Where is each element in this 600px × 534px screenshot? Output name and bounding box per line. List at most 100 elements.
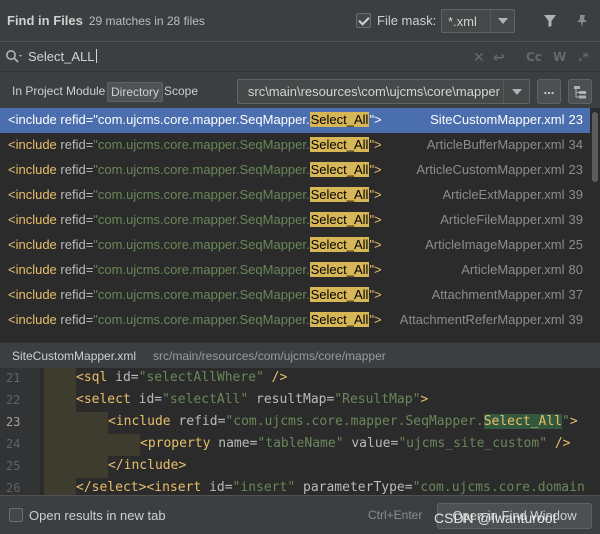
result-line-number: 37 [568,287,583,302]
result-file-name: ArticleMapper.xml [461,262,565,277]
result-row[interactable]: <include refid="com.ujcms.core.mapper.Se… [0,183,590,208]
results-list: <include refid="com.ujcms.core.mapper.Se… [0,108,600,342]
result-line-number: 39 [568,212,583,227]
code-preview-editor[interactable]: 21 <sql id="selectAllWhere" /> 22 <select i… [0,368,600,495]
code-line: 22 <select id="selectAll" resultMap="Resu… [0,390,600,412]
result-value: "com.ujcms.core.mapper.SeqMapper. [93,212,310,227]
code-token: "com.ujcms.core.mapper.SeqMapper. [225,414,484,429]
results-scrollbar[interactable] [590,108,600,342]
result-code: <include refid="com.ujcms.core.mapper.Se… [8,112,382,127]
result-match: Select_All [309,262,370,277]
result-match: Select_All [309,112,370,127]
result-tag: <include [8,262,61,277]
file-mask-label[interactable]: File mask: [377,13,436,28]
result-file: ArticleBufferMapper.xml 34 [427,137,583,152]
code-token: <include [108,414,179,429]
code-token: "insert" [232,480,296,495]
code-token: "ResultMap" [334,392,421,407]
line-number: 23 [6,415,21,429]
result-value: "com.ujcms.core.mapper.SeqMapper. [93,237,310,252]
result-line-number: 39 [568,312,583,327]
result-value: "com.ujcms.core.mapper.SeqMapper. [93,312,310,327]
regex-icon[interactable]: .* [578,50,589,64]
result-tag: <include [8,237,61,252]
clear-icon[interactable]: ✕ [473,50,485,66]
words-icon[interactable]: W [553,50,566,64]
result-match: Select_All [309,187,370,202]
result-row[interactable]: <include refid="com.ujcms.core.mapper.Se… [0,283,590,308]
result-value: "com.ujcms.core.mapper.SeqMapper. [93,137,310,152]
result-match: Select_All [309,212,370,227]
match-count: 29 matches in 28 files [88,13,205,28]
pin-icon[interactable] [572,11,592,31]
code-token: value= [343,436,399,451]
result-file: ArticleFileMapper.xml 39 [440,212,583,227]
chevron-down-icon[interactable] [503,80,529,103]
tab-directory[interactable]: Directory [107,82,164,102]
result-file: SiteCustomMapper.xml 23 [430,112,583,127]
tab-scope[interactable]: Scope [161,82,201,102]
result-tag: <include [8,187,61,202]
tab-module[interactable]: Module [63,82,108,102]
filter-icon[interactable] [540,11,560,31]
code-line: 23 <include refid="com.ujcms.core.mapper.… [0,412,600,434]
match-case-icon[interactable]: Cc [526,50,542,64]
result-attr: refid [60,187,86,202]
result-line-number: 25 [568,237,583,252]
result-suffix: "> [369,212,382,227]
result-suffix: "> [369,287,382,302]
file-mask-value: *.xml [448,13,477,29]
file-mask-checkbox[interactable] [356,13,371,28]
code-text: <select id="selectAll" resultMap="Result… [76,392,428,407]
scrollbar-thumb[interactable] [592,112,598,182]
result-file-name: SiteCustomMapper.xml [430,112,565,127]
result-code: <include refid="com.ujcms.core.mapper.Se… [8,212,382,227]
result-tag: <include [8,112,61,127]
result-code: <include refid="com.ujcms.core.mapper.Se… [8,137,382,152]
result-suffix: "> [369,262,382,277]
open-results-label[interactable]: Open results in new tab [29,508,166,523]
code-token: "selectAllWhere" [138,370,264,385]
result-row[interactable]: <include refid="com.ujcms.core.mapper.Se… [0,233,590,258]
tab-in-project[interactable]: In Project [9,82,66,102]
scope-row: In Project Module Directory Scope src\ma… [0,72,600,110]
result-code: <include refid="com.ujcms.core.mapper.Se… [8,187,382,202]
file-mask-combo[interactable]: *.xml [441,9,515,33]
code-token: Select_All [483,414,562,429]
code-token: /> [547,436,571,451]
code-token: " [561,414,570,429]
code-line: 24 <property name="tableName" value="ujcm… [0,434,600,456]
directory-path: src\main\resources\com\ujcms\core\mapper [247,84,500,99]
open-results-checkbox[interactable] [9,508,23,522]
code-line: 25 </include> [0,456,600,478]
code-token: > [420,392,429,407]
result-row[interactable]: <include refid="com.ujcms.core.mapper.Se… [0,108,590,133]
result-suffix: "> [369,162,382,177]
result-row[interactable]: <include refid="com.ujcms.core.mapper.Se… [0,133,590,158]
code-token: <select [76,392,139,407]
result-attr: refid [60,262,86,277]
newline-icon[interactable]: ↩ [493,50,505,66]
result-row[interactable]: <include refid="com.ujcms.core.mapper.Se… [0,208,590,233]
chevron-down-icon[interactable] [490,10,514,32]
result-line-number: 34 [568,137,583,152]
result-value: "com.ujcms.core.mapper.SeqMapper. [93,287,310,302]
result-code: <include refid="com.ujcms.core.mapper.Se… [8,162,382,177]
search-icon[interactable] [5,49,23,68]
result-row[interactable]: <include refid="com.ujcms.core.mapper.Se… [0,158,590,183]
search-input[interactable]: Select_ALL [28,49,97,64]
result-match: Select_All [309,137,370,152]
result-row[interactable]: <include refid="com.ujcms.core.mapper.Se… [0,258,590,283]
result-value: "com.ujcms.core.mapper.SeqMapper. [93,187,310,202]
result-tag: <include [8,212,61,227]
code-token: "ujcms_site_custom" [398,436,548,451]
code-token: "com.ujcms.core.domain [412,480,585,495]
line-number: 25 [6,459,21,473]
preview-file-name: SiteCustomMapper.xml [12,349,137,363]
directory-combo[interactable]: src\main\resources\com\ujcms\core\mapper [237,79,530,104]
code-token: </include> [108,458,187,473]
line-number: 24 [6,437,21,451]
browse-button[interactable]: ... [537,79,561,104]
result-row[interactable]: <include refid="com.ujcms.core.mapper.Se… [0,308,590,333]
group-by-directory-icon[interactable] [568,79,592,104]
